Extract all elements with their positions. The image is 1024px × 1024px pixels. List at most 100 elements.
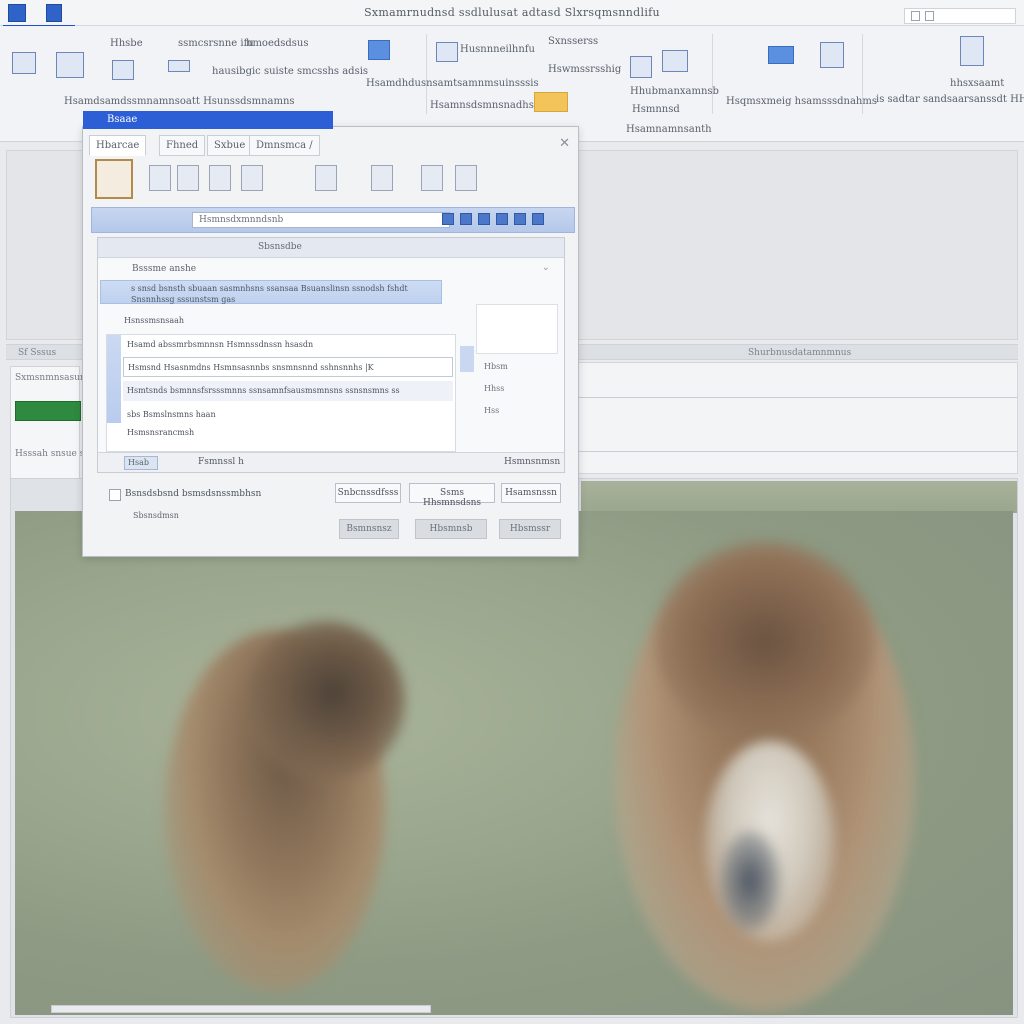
sheet-icon[interactable]: [662, 50, 688, 72]
dialog-titlebar[interactable]: Bsaae: [83, 111, 333, 129]
arrow-icon[interactable]: [768, 46, 794, 64]
grid-icon[interactable]: [56, 52, 84, 78]
dog-left-head: [245, 621, 405, 781]
lock-icon[interactable]: [630, 56, 652, 78]
ribbon-label[interactable]: Hsamnamnsanth: [626, 124, 712, 135]
options-header-label: Sbsnsdbe: [258, 242, 302, 252]
window-controls: [904, 8, 1016, 24]
toolbar-mini-icons: [442, 213, 568, 227]
layout-icon[interactable]: [112, 60, 134, 80]
tab-find[interactable]: Fhned: [159, 135, 206, 156]
ribbon-label[interactable]: Hswmssrsshig: [548, 64, 621, 75]
ribbon-label[interactable]: hausibgic suiste smcsshs adsis: [212, 66, 368, 77]
search-input[interactable]: Hsmnsdxmnndsnb: [192, 212, 450, 228]
left-panel-label: Sxmsnmnsasun: [15, 373, 86, 383]
list-header: Hsamd abssmrbsmnnsn Hsmnssdnssn hsasdn: [127, 340, 314, 349]
ribbon-label[interactable]: Hsmnnsd: [632, 104, 680, 115]
list-scroll-edge[interactable]: [460, 346, 474, 372]
chevron-down-icon[interactable]: ⌄: [542, 262, 550, 273]
search-strip: Hsmnsdxmnndsnb: [91, 207, 575, 233]
green-action-button[interactable]: [15, 401, 81, 421]
ribbon-label[interactable]: Hsamnsdsmnsnadhs: [430, 100, 534, 111]
folder-icon[interactable]: [534, 92, 568, 112]
chart-icon[interactable]: [149, 165, 171, 191]
copy-icon[interactable]: [460, 213, 472, 225]
dog-right-head: [655, 541, 875, 741]
page-icon[interactable]: [95, 159, 133, 199]
image-icon[interactable]: [455, 165, 477, 191]
tab-general[interactable]: Hbarcae: [89, 135, 147, 156]
list-item[interactable]: sbs Bsmslnsmns haan: [123, 405, 453, 425]
restore-icon[interactable]: [911, 11, 920, 21]
options-button[interactable]: Snbcnssdfsss: [335, 483, 401, 503]
ribbon-label: Hhsbe: [110, 38, 143, 49]
options-panel: Sbsnsdbe Bsssme anshe ⌄ s snsd bsnsth sb…: [97, 237, 565, 473]
ribbon-label: ssmcsrsnne ifu: [178, 38, 254, 49]
ribbon-label: hmoedsdsus: [246, 38, 309, 49]
dialog: Bsaae ✕ Hbarcae Fhned Sxbue Dmnsmca / Hs…: [82, 111, 579, 557]
list-icon[interactable]: [532, 213, 544, 225]
left-panel: Sxmsnmnsasun Hsssah snsue ss: [10, 366, 89, 486]
list-accent: [107, 335, 121, 423]
property-panel: [576, 362, 1018, 474]
split-label-right: Shurbnusdatamnmnus: [748, 348, 852, 358]
list-item[interactable]: Hsmsnd Hsasnmdns Hsmnsasnnbs snsmnsnnd s…: [123, 357, 453, 377]
tab-document[interactable]: Dmnsmca /: [249, 135, 320, 156]
horizontal-scrollbar[interactable]: [51, 1005, 431, 1013]
align-icon[interactable]: [514, 213, 526, 225]
section-title: Bsssme anshe: [132, 264, 197, 274]
ribbon-label[interactable]: Hsamdsamdssmnamnsoatt Hsunssdsmnamns: [64, 96, 295, 107]
ribbon-label[interactable]: Hhubmanxamnsb: [630, 86, 719, 97]
dialog-title: Bsaae: [107, 114, 138, 125]
side-label: Hbsm: [484, 362, 508, 371]
row-text: s snsd bsnsth sbuaan sasmnhsns ssansaa B…: [131, 284, 408, 293]
split-label-left: Sf Sssus: [18, 348, 57, 358]
side-label: Hhss: [484, 384, 505, 393]
text-icon[interactable]: [371, 165, 393, 191]
footer-center-label: Fsmnssl h: [198, 457, 244, 467]
footer-right-label: Hsmnsnmsn: [504, 457, 561, 467]
image-viewer[interactable]: [10, 478, 1018, 1018]
left-panel-label: Hsssah snsue ss: [15, 449, 89, 459]
link-icon[interactable]: [421, 165, 443, 191]
preview-box: [476, 304, 558, 354]
document-icon[interactable]: [436, 42, 458, 62]
shape-icon[interactable]: [209, 165, 231, 191]
building-icon[interactable]: [177, 165, 199, 191]
panel-divider: [577, 451, 1017, 452]
checkbox-sub-label: Sbsnsdmsn: [133, 511, 179, 520]
bold-icon[interactable]: [478, 213, 490, 225]
columns-icon[interactable]: [820, 42, 844, 68]
ribbon-label[interactable]: Hsamdhdusnsamtsamnmsuinsssis: [366, 78, 539, 89]
close-window-icon[interactable]: [925, 11, 934, 21]
cancel-button[interactable]: Hbsmssr: [499, 519, 561, 539]
insert-icon[interactable]: [368, 40, 390, 60]
row-icon[interactable]: [168, 60, 190, 72]
picture-icon[interactable]: [241, 165, 263, 191]
ribbon-label[interactable]: Sxnsserss: [548, 36, 598, 47]
report-icon[interactable]: [960, 36, 984, 66]
tab-style[interactable]: Sxbue: [207, 135, 253, 156]
settings-button[interactable]: Ssms Hhsmnsdsns: [409, 483, 495, 508]
options-footer: Hsab Fsmnssl h Hsmnsnmsn: [98, 452, 564, 472]
italic-icon[interactable]: [496, 213, 508, 225]
option-checkbox[interactable]: [109, 489, 121, 501]
ribbon-separator: [426, 34, 427, 114]
frame-icon[interactable]: [315, 165, 337, 191]
footer-button[interactable]: Hsab: [124, 456, 158, 470]
ribbon-label[interactable]: Hsqmsxmeig hsamsssdnahms: [726, 96, 877, 107]
advanced-button[interactable]: Hsamsnssn: [501, 483, 561, 503]
list-item[interactable]: Hsmtsnds bsmnnsfsrsssmnns ssnsamnfsausms…: [123, 381, 453, 401]
window-title: Sxmamrnudnsd ssdlulusat adtasd Slxrsqmsn…: [364, 6, 660, 19]
dog-photo[interactable]: [15, 511, 1013, 1015]
list-item[interactable]: Hsmsnsrancmsh: [123, 423, 453, 443]
ribbon-label[interactable]: is sadtar sandsaarsanssdt HHdtgi: [876, 94, 1024, 105]
view-icon[interactable]: [442, 213, 454, 225]
ribbon-label[interactable]: Husnnneilhnfu: [460, 44, 535, 55]
reset-button[interactable]: Bsmnsnsz: [339, 519, 399, 539]
ribbon-label[interactable]: hhsxsaamt: [950, 78, 1004, 89]
highlighted-row[interactable]: s snsd bsnsth sbuaan sasmnhsns ssansaa B…: [100, 280, 442, 304]
ok-button[interactable]: Hbsmnsb: [415, 519, 487, 539]
close-icon[interactable]: ✕: [559, 135, 570, 151]
table-icon[interactable]: [12, 52, 36, 74]
